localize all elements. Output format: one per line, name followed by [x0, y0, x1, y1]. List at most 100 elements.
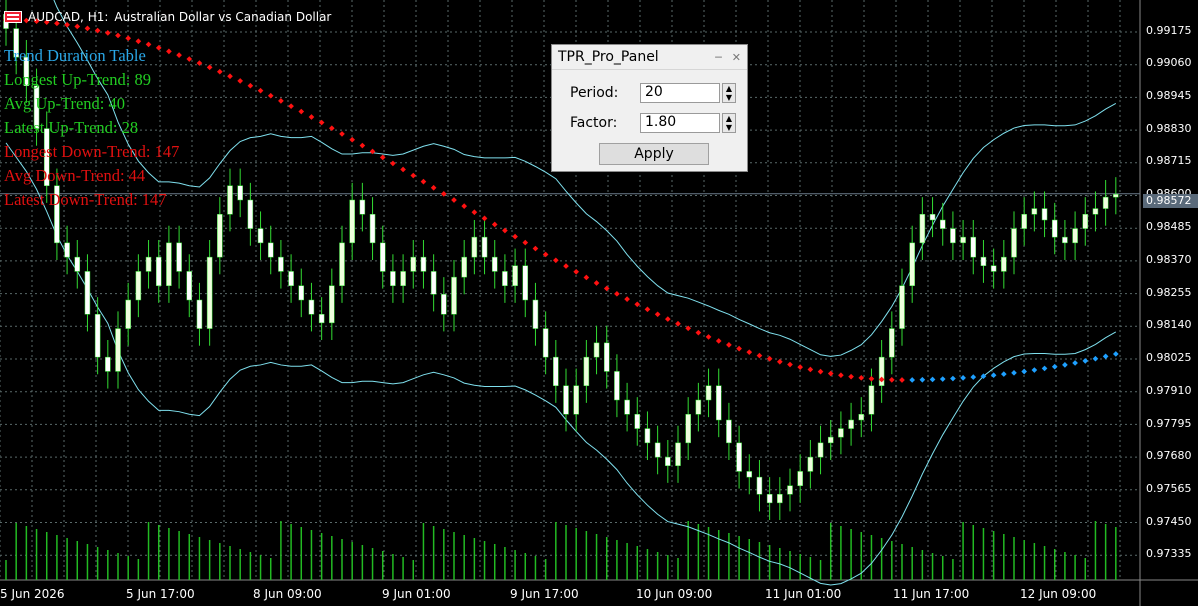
panel-title: TPR_Pro_Panel [558, 49, 659, 65]
candle-body [807, 456, 814, 472]
time-tick: 8 Jun 09:00 [253, 587, 322, 601]
tpr-pro-panel[interactable]: TPR_Pro_Panel ─ ✕ Period: 20 ▲ ▼ Factor:… [551, 44, 748, 172]
trend-row-avg-up: Avg Up-Trend: 40 [4, 94, 126, 113]
trend-dot [104, 30, 111, 36]
candle-body [838, 428, 844, 438]
candle-body [644, 428, 651, 444]
candle-body [685, 414, 691, 444]
trend-dot [186, 56, 193, 62]
trend-dot [919, 376, 926, 383]
trend-dot [227, 73, 233, 80]
period-stepper[interactable]: ▲ ▼ [722, 83, 736, 103]
chevron-down-icon[interactable]: ▼ [726, 93, 732, 102]
minimize-icon[interactable]: ─ [715, 51, 722, 64]
trend-dot [430, 184, 437, 191]
chart-symbol: AUDCAD, H1: [28, 10, 109, 24]
candle-body [654, 442, 661, 458]
time-tick: 9 Jun 17:00 [510, 587, 579, 601]
candle-body [563, 385, 569, 415]
candle-body [441, 294, 447, 315]
candle-body [257, 228, 264, 244]
price-tick: 0.98945 [1146, 89, 1192, 102]
panel-header[interactable]: TPR_Pro_Panel ─ ✕ [552, 45, 747, 70]
trend-dot [420, 178, 427, 185]
trend-dot [1072, 360, 1078, 366]
trend-dot [1112, 351, 1119, 357]
period-row: Period: 20 ▲ ▼ [570, 83, 736, 103]
chevron-up-icon[interactable]: ▲ [726, 84, 732, 93]
candle-body [1041, 208, 1048, 221]
factor-label: Factor: [570, 115, 618, 131]
candle-body [715, 385, 722, 421]
trend-dot [216, 68, 223, 75]
candle-body [339, 242, 345, 286]
price-tick: 0.98485 [1146, 220, 1192, 233]
candle-body [288, 271, 294, 286]
trend-dot [654, 311, 661, 318]
candle-body [950, 228, 956, 244]
chevron-down-icon[interactable]: ▼ [726, 123, 732, 132]
candle-body [614, 371, 620, 401]
trend-dot [512, 233, 518, 240]
trend-dot [451, 197, 457, 203]
trend-dot [970, 374, 977, 380]
trend-dot [603, 285, 610, 292]
candle-body [105, 356, 111, 372]
price-tick: 0.97680 [1146, 449, 1192, 462]
apply-button[interactable]: Apply [599, 143, 709, 165]
candle-body [889, 328, 895, 358]
candle-body [74, 256, 81, 272]
trend-dot [563, 263, 569, 269]
time-tick: 10 Jun 09:00 [636, 587, 713, 601]
trend-dot [634, 301, 641, 308]
trend-dot [359, 142, 366, 149]
trend-dot [379, 154, 386, 161]
trend-dot [349, 136, 356, 143]
chevron-up-icon[interactable]: ▲ [726, 114, 732, 123]
trend-dot [776, 358, 783, 365]
candle-body [603, 342, 610, 372]
candle-body [186, 271, 193, 301]
trend-dot [675, 320, 681, 327]
candle-body [400, 271, 406, 286]
candle-body [155, 256, 162, 286]
chart-window[interactable]: AUDCAD, H1: Australian Dollar vs Canadia… [0, 0, 1198, 606]
candle-body [359, 199, 366, 215]
candle-body [980, 256, 987, 266]
period-input[interactable]: 20 [640, 83, 720, 103]
close-icon[interactable]: ✕ [732, 51, 741, 64]
trend-dot [960, 375, 966, 381]
time-tick: 11 Jun 17:00 [893, 587, 970, 601]
trend-dot [532, 245, 539, 252]
candle-body [858, 414, 865, 421]
candle-body [766, 494, 773, 504]
trend-dot [115, 32, 121, 39]
candle-body [461, 256, 467, 278]
candle-body [349, 199, 355, 244]
trend-dot [644, 306, 651, 313]
candle-body [94, 314, 101, 358]
trend-dot [787, 361, 793, 368]
candle-body [135, 271, 142, 301]
trend-dot [1102, 353, 1109, 360]
candle-body [1102, 196, 1109, 209]
candle-body [390, 271, 396, 286]
trend-dot [695, 329, 702, 336]
trend-dot [247, 82, 254, 89]
candle-body [84, 271, 91, 315]
candle-body [532, 299, 539, 329]
trend-dot [288, 103, 294, 109]
candle-body [695, 399, 702, 415]
factor-input[interactable]: 1.80 [640, 113, 720, 133]
trend-dot [267, 92, 274, 99]
time-tick: 5 Jun 17:00 [126, 587, 195, 601]
price-tick: 0.98715 [1146, 154, 1192, 167]
candle-body [471, 236, 478, 258]
candle-body [451, 276, 457, 315]
factor-stepper[interactable]: ▲ ▼ [722, 113, 736, 133]
candle-body [736, 442, 742, 472]
candle-body [726, 419, 732, 444]
candle-body [960, 236, 966, 244]
trend-dot [909, 377, 916, 383]
trend-dot [573, 268, 580, 275]
